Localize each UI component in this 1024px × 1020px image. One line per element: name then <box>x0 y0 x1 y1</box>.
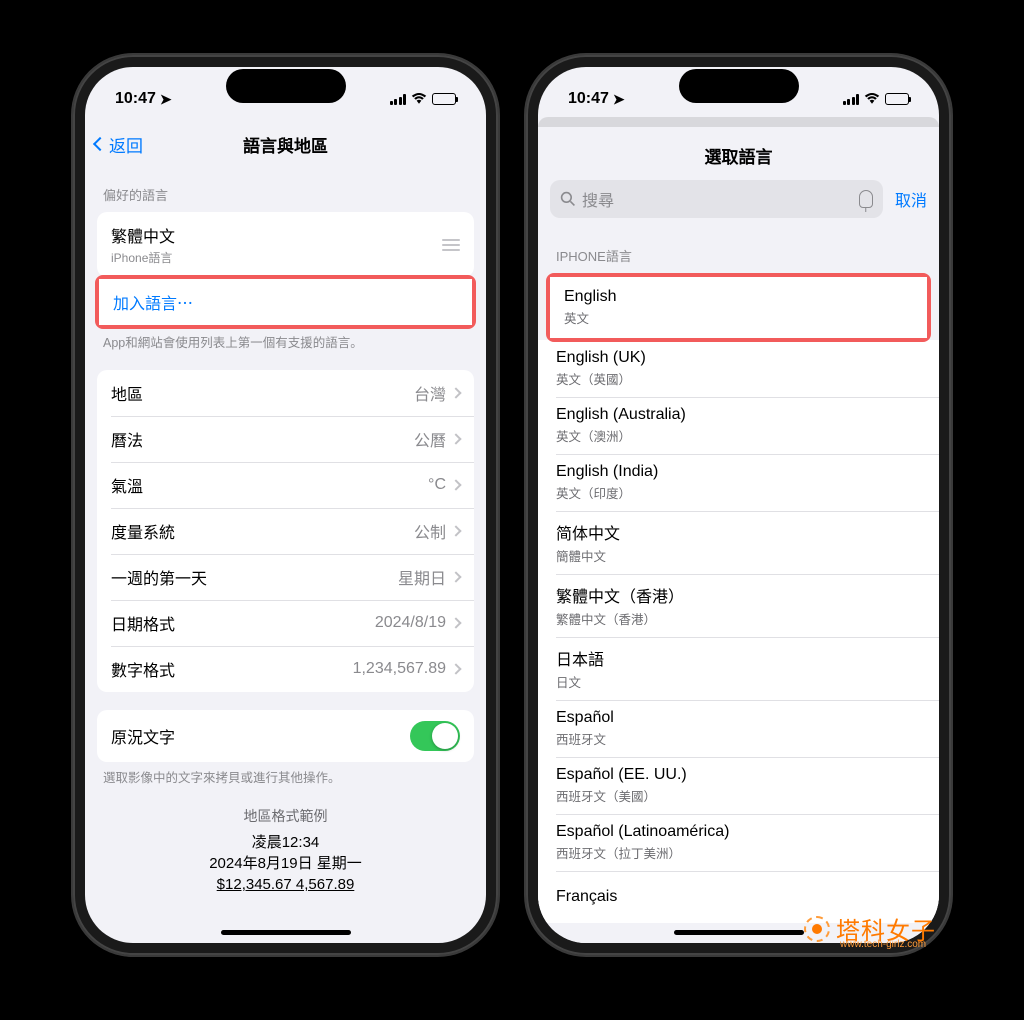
first-day-row[interactable]: 一週的第一天 星期日 <box>97 554 474 600</box>
page-title: 語言與地區 <box>243 132 328 157</box>
battery-icon <box>432 93 456 105</box>
english-highlight: English 英文 <box>546 273 931 342</box>
watermark: 塔科女子 www.tech-girlz.com <box>804 911 936 946</box>
language-row[interactable]: English (UK) 英文（英國） <box>538 340 939 397</box>
phone-left: 10:47 ➤ 返回 語言與地區 偏好的語言 <box>73 55 498 955</box>
dynamic-island <box>679 69 799 103</box>
chevron-right-icon <box>450 387 461 398</box>
language-row[interactable]: English (India) 英文（印度） <box>538 454 939 511</box>
current-language-row[interactable]: 繁體中文 iPhone語言 <box>97 212 474 277</box>
chevron-right-icon <box>450 571 461 582</box>
language-row[interactable]: Español (EE. UU.) 西班牙文（美國） <box>538 757 939 814</box>
chevron-left-icon <box>93 137 107 151</box>
home-indicator[interactable] <box>674 930 804 935</box>
chevron-right-icon <box>450 479 461 490</box>
add-language-button[interactable]: 加入語言⋯ <box>99 279 472 325</box>
live-text-row: 原況文字 <box>97 710 474 762</box>
battery-icon <box>885 93 909 105</box>
cellular-icon <box>390 94 407 105</box>
language-row[interactable]: Español (Latinoamérica) 西班牙文（拉丁美洲） <box>538 814 939 871</box>
language-row[interactable]: 日本語 日文 <box>538 637 939 700</box>
search-icon <box>560 191 576 207</box>
measurement-row[interactable]: 度量系統 公制 <box>97 508 474 554</box>
back-button[interactable]: 返回 <box>95 121 143 167</box>
location-icon: ➤ <box>613 91 625 108</box>
temperature-row[interactable]: 氣溫 °C <box>97 462 474 508</box>
reorder-handle-icon[interactable] <box>442 239 460 251</box>
cellular-icon <box>843 94 860 105</box>
number-format-row[interactable]: 數字格式 1,234,567.89 <box>97 646 474 692</box>
wifi-icon <box>411 93 427 105</box>
search-placeholder: 搜尋 <box>582 187 614 211</box>
language-row[interactable]: 繁體中文（香港） 繁體中文（香港） <box>538 574 939 637</box>
live-text-footer: 選取影像中的文字來拷貝或進行其他操作。 <box>85 762 486 787</box>
nav-bar: 返回 語言與地區 <box>85 121 486 167</box>
preferred-languages-footer: App和網站會使用列表上第一個有支援的語言。 <box>85 327 486 352</box>
cancel-button[interactable]: 取消 <box>895 187 927 211</box>
sheet-title: 選取語言 <box>538 127 939 180</box>
sheet-backdrop <box>538 117 939 127</box>
location-icon: ➤ <box>160 91 172 108</box>
status-time: 10:47 <box>115 90 156 108</box>
home-indicator[interactable] <box>221 930 351 935</box>
add-language-highlight: 加入語言⋯ <box>95 275 476 329</box>
language-row[interactable]: 简体中文 簡體中文 <box>538 511 939 574</box>
chevron-right-icon <box>450 525 461 536</box>
language-row-english[interactable]: English 英文 <box>550 277 927 338</box>
back-label: 返回 <box>109 132 143 157</box>
dynamic-island <box>226 69 346 103</box>
watermark-icon <box>804 916 830 942</box>
region-format-example: 地區格式範例 凌晨12:34 2024年8月19日 星期一 $12,345.67… <box>85 793 486 896</box>
wifi-icon <box>864 93 880 105</box>
chevron-right-icon <box>450 663 461 674</box>
preferred-languages-header: 偏好的語言 <box>85 167 486 212</box>
status-time: 10:47 <box>568 90 609 108</box>
iphone-language-header: IPHONE語言 <box>538 228 939 273</box>
date-format-row[interactable]: 日期格式 2024/8/19 <box>97 600 474 646</box>
chevron-right-icon <box>450 433 461 444</box>
chevron-right-icon <box>450 617 461 628</box>
language-row[interactable]: English (Australia) 英文（澳洲） <box>538 397 939 454</box>
calendar-row[interactable]: 曆法 公曆 <box>97 416 474 462</box>
live-text-toggle[interactable] <box>410 721 460 751</box>
language-row[interactable]: Español 西班牙文 <box>538 700 939 757</box>
mic-icon[interactable] <box>859 190 873 208</box>
language-picker-sheet: 選取語言 搜尋 取消 IPHONE語言 English <box>538 127 939 943</box>
region-row[interactable]: 地區 台灣 <box>97 370 474 416</box>
phone-right: 10:47 ➤ 選取語言 搜尋 取消 <box>526 55 951 955</box>
search-input[interactable]: 搜尋 <box>550 180 883 218</box>
current-language-sub: iPhone語言 <box>111 249 442 266</box>
current-language-name: 繁體中文 <box>111 223 442 247</box>
